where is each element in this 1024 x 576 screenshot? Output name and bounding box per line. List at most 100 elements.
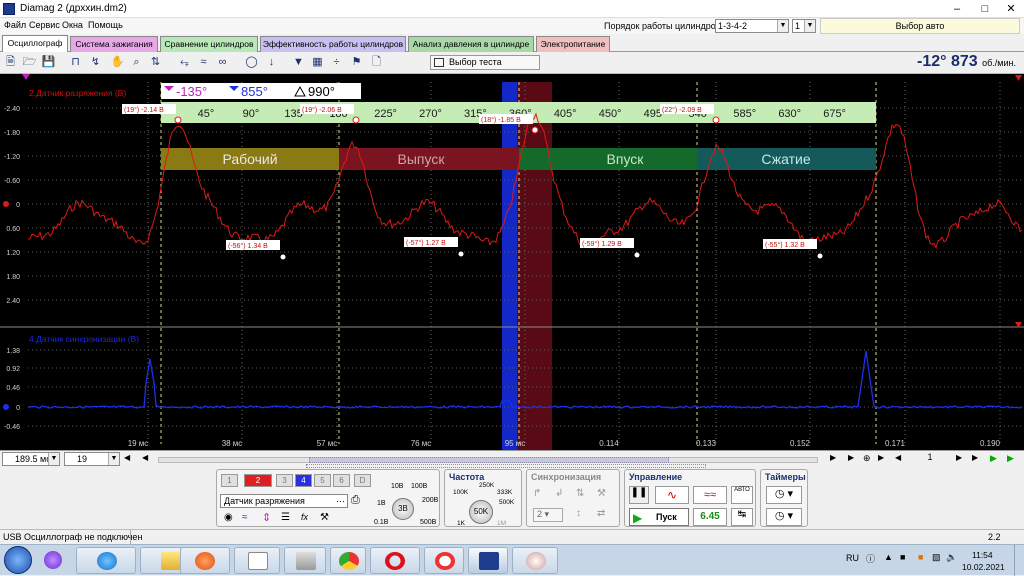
sync-level-icon[interactable]: ↕ (576, 508, 581, 519)
version-button[interactable]: 6.45 (693, 508, 727, 526)
sensor-select[interactable]: Датчик разряжения ⋯ (220, 494, 348, 508)
noise-mode-button[interactable]: ≈≈ (693, 486, 727, 504)
channel-2-button[interactable]: 2 (244, 474, 272, 487)
wave-icon[interactable]: ≈ (196, 55, 211, 70)
next-page-icon[interactable]: ▶ (830, 453, 836, 462)
skip-icon[interactable]: ▶ (878, 453, 884, 462)
loop-icon[interactable]: ∞ (215, 55, 230, 70)
taskbar-yandex[interactable] (424, 547, 464, 574)
page-number[interactable]: 1 (908, 452, 952, 466)
tray-app-icon[interactable]: ■ (900, 552, 905, 562)
hand-icon[interactable]: ✋ (110, 55, 125, 70)
table-icon[interactable]: ▦ (310, 55, 325, 70)
horizontal-scrollbar[interactable] (158, 457, 818, 463)
channel-d-button[interactable]: D (354, 474, 371, 487)
timebase-select[interactable]: 189.5 мс ▼ (2, 452, 60, 466)
min-marker[interactable] (817, 253, 823, 259)
cursor-icon[interactable]: ↯ (88, 55, 103, 70)
play-end-icon[interactable]: ▶ (1007, 453, 1014, 464)
split-icon[interactable]: ÷ (329, 55, 344, 70)
oscilloscope-svg[interactable]: 2.Датчик разряжения (В) 4.Датчик синхрон… (0, 74, 1024, 450)
minimize-button[interactable]: – (944, 1, 970, 17)
help-tray-icon[interactable]: ⓘ (866, 552, 875, 565)
peak-marker[interactable] (531, 126, 539, 134)
play-icon[interactable]: ▶ (990, 453, 997, 464)
end-icon[interactable]: ▶ (972, 453, 978, 462)
test-select-button[interactable]: Выбор теста (430, 55, 540, 70)
start-menu-icon[interactable] (4, 546, 32, 574)
menu-windows[interactable]: Окна (62, 20, 83, 30)
zoom-icon[interactable]: ⌕ (129, 55, 144, 70)
ch1-zero-handle[interactable] (3, 201, 9, 207)
network-icon[interactable]: ▧ (932, 552, 941, 563)
back-icon[interactable]: ◀ (895, 453, 901, 462)
close-button[interactable]: ✕ (998, 1, 1024, 17)
channel-5-button[interactable]: 5 (314, 474, 331, 487)
frequency-knob[interactable]: 50K (469, 500, 493, 524)
tab-cylinder-compare[interactable]: Сравнение цилиндров (160, 36, 258, 52)
taskbar-document[interactable] (234, 547, 280, 574)
taskbar-media[interactable] (180, 547, 230, 574)
maximize-button[interactable]: □ (972, 1, 998, 17)
oscilloscope-area[interactable]: 2.Датчик разряжения (В) 4.Датчик синхрон… (0, 74, 1024, 450)
min-marker[interactable] (634, 252, 640, 258)
tab-ignition[interactable]: Система зажигания (70, 36, 158, 52)
auto-select-button[interactable]: Выбор авто (820, 18, 1020, 34)
invert-icon[interactable]: ≈ (242, 512, 248, 523)
sync-edge-fall-icon[interactable]: ↲ (555, 488, 563, 499)
sync-mode-icon[interactable]: ⇅ (576, 488, 584, 499)
doc-icon[interactable]: 🗋 (369, 55, 384, 70)
volts-knob[interactable]: 3В (392, 498, 414, 520)
channel-3-button[interactable]: 3 (276, 474, 293, 487)
scrollbar-thumb[interactable] (309, 457, 669, 463)
compress-icon[interactable]: ⥆ (177, 55, 192, 70)
language-indicator[interactable]: RU (846, 553, 859, 563)
timer-1-button[interactable]: ◷ ▾ (766, 486, 802, 504)
new-file-icon[interactable]: 🗎 (3, 55, 18, 70)
tab-oscilloscope[interactable]: Осциллограф (2, 35, 68, 52)
add-icon[interactable]: ⊕ (863, 453, 871, 464)
channel-4-button[interactable]: 4 (295, 474, 312, 487)
taskbar-ie[interactable] (76, 547, 136, 574)
menu-service[interactable]: Сервис (29, 20, 60, 30)
tab-power[interactable]: Электропитание (536, 36, 610, 52)
peak-marker[interactable] (712, 116, 720, 124)
min-marker[interactable] (280, 254, 286, 260)
channel-count-select[interactable]: 19 ▼ (64, 452, 120, 466)
first-page-icon[interactable]: ◀ (124, 453, 134, 465)
timer-2-button[interactable]: ◷ ▾ (766, 508, 802, 526)
sync-scissors-icon[interactable]: ⇄ (597, 508, 605, 519)
ch2-zero-handle[interactable] (3, 404, 9, 410)
menu-file[interactable]: Файл (4, 20, 26, 30)
updown-icon[interactable]: ⇕ (262, 511, 271, 524)
tray-expand-icon[interactable]: ▲ (884, 552, 893, 562)
alice-icon[interactable] (44, 551, 62, 569)
taskbar-opera[interactable] (370, 547, 420, 574)
marker-icon[interactable]: ⚑ (349, 55, 364, 70)
clock-date[interactable]: 10.02.2021 (962, 562, 1005, 572)
panel-grip[interactable] (306, 464, 706, 468)
filter-icon[interactable]: ▼ (291, 55, 306, 70)
cylinder-order-select[interactable]: 1-3-4-2 ▼ (715, 19, 789, 33)
sync-edge-rise-icon[interactable]: ↱ (533, 488, 541, 499)
channel-6-button[interactable]: 6 (333, 474, 350, 487)
tab-cylinder-efficiency[interactable]: Эффективность работы цилиндров (260, 36, 406, 52)
last-page-icon[interactable]: ▶ (848, 453, 854, 462)
auto-scale-icon[interactable]: ↹ (731, 508, 753, 526)
tools-icon[interactable]: ⚒ (320, 512, 329, 523)
save-icon[interactable]: 💾 (41, 55, 56, 70)
taskbar-paint[interactable] (512, 547, 558, 574)
sync-channel-select[interactable]: 2 ▾ (533, 508, 563, 522)
taskbar-chrome[interactable] (330, 547, 366, 574)
tab-pressure-analysis[interactable]: Анализ давления в цилиндре (408, 36, 534, 52)
sine-mode-button[interactable]: ∿ (655, 486, 689, 504)
channel-1-button[interactable]: 1 (221, 474, 238, 487)
show-desktop-button[interactable] (1014, 545, 1024, 576)
drop-icon[interactable]: ↓ (264, 55, 279, 70)
peak-marker[interactable] (352, 116, 360, 124)
taskbar-diamag[interactable] (468, 547, 508, 574)
tray-orange-icon[interactable]: ■ (918, 552, 923, 562)
open-folder-icon[interactable]: 🗁 (22, 55, 37, 70)
min-marker[interactable] (458, 251, 464, 257)
sync-tool-icon[interactable]: ⚒ (597, 488, 606, 499)
